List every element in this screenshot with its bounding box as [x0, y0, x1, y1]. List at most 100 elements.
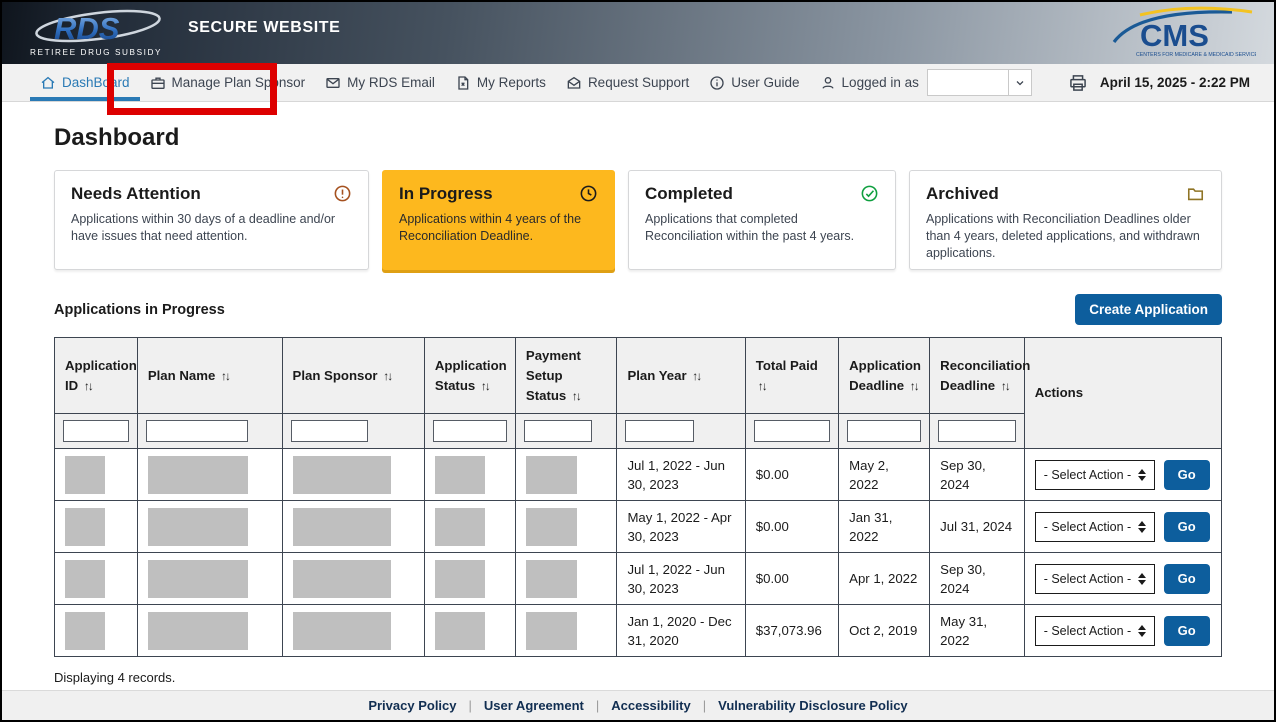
card-in-progress[interactable]: In Progress Applications within 4 years … — [382, 170, 615, 270]
redacted-application-status — [435, 612, 485, 650]
table-row: May 1, 2022 - Apr 30, 2023 $0.00 Jan 31,… — [55, 501, 1222, 553]
reconciliation-deadline-cell: May 31, 2022 — [930, 605, 1025, 657]
sort-icon[interactable]: ↑↓ — [758, 379, 766, 393]
cms-logo-subtext: CENTERS FOR MEDICARE & MEDICAID SERVICES — [1136, 52, 1256, 58]
nav-item-dashboard[interactable]: DashBoard — [30, 64, 140, 101]
column-header-reconciliation-deadline[interactable]: Reconciliation Deadline ↑↓ — [930, 338, 1025, 414]
application-deadline-cell: Oct 2, 2019 — [839, 605, 930, 657]
filter-application-deadline[interactable] — [847, 420, 921, 442]
reconciliation-deadline-cell: Sep 30, 2024 — [930, 553, 1025, 605]
footer-link-accessibility[interactable]: Accessibility — [599, 698, 703, 713]
filter-application-status[interactable] — [433, 420, 507, 442]
card-description: Applications within 4 years of the Recon… — [399, 211, 598, 245]
datetime-text: April 15, 2025 - 2:22 PM — [1100, 75, 1250, 90]
nav-item-request-support[interactable]: Request Support — [556, 64, 699, 101]
plan-year-cell: Jul 1, 2022 - Jun 30, 2023 — [617, 553, 745, 605]
filter-plan-name[interactable] — [146, 420, 248, 442]
sort-icon[interactable]: ↑↓ — [572, 389, 580, 403]
chevron-down-icon[interactable] — [1008, 70, 1031, 95]
card-archived[interactable]: Archived Applications with Reconciliatio… — [909, 170, 1222, 270]
column-header-application-id[interactable]: Application ID ↑↓ — [55, 338, 138, 414]
file-icon — [455, 75, 471, 91]
nav-item-manage-plan-sponsor[interactable]: Manage Plan Sponsor — [140, 64, 316, 101]
redacted-plan-name — [148, 560, 248, 598]
footer-link-vulnerability-disclosure-policy[interactable]: Vulnerability Disclosure Policy — [706, 698, 920, 713]
sort-icon[interactable]: ↑↓ — [84, 379, 92, 393]
column-header-application-status[interactable]: Application Status ↑↓ — [424, 338, 515, 414]
redacted-application-id — [65, 560, 105, 598]
select-updown-icon — [1138, 521, 1146, 533]
column-header-application-deadline[interactable]: Application Deadline ↑↓ — [839, 338, 930, 414]
rds-logo-text: RDS — [54, 11, 120, 46]
create-application-button[interactable]: Create Application — [1075, 294, 1222, 325]
plan-year-cell: Jan 1, 2020 - Dec 31, 2020 — [617, 605, 745, 657]
nav-item-user-guide[interactable]: User Guide — [699, 64, 809, 101]
filter-payment-setup-status[interactable] — [524, 420, 592, 442]
action-select[interactable]: - Select Action - — [1035, 564, 1155, 594]
sort-icon[interactable]: ↑↓ — [910, 379, 918, 393]
card-needs-attention[interactable]: Needs Attention Applications within 30 d… — [54, 170, 369, 270]
select-updown-icon — [1138, 469, 1146, 481]
column-header-plan-year[interactable]: Plan Year ↑↓ — [617, 338, 745, 414]
footer-link-privacy-policy[interactable]: Privacy Policy — [356, 698, 468, 713]
nav-item-label: My Reports — [477, 75, 546, 90]
table-row: Jan 1, 2020 - Dec 31, 2020 $37,073.96 Oc… — [55, 605, 1222, 657]
footer-link-user-agreement[interactable]: User Agreement — [472, 698, 596, 713]
action-select[interactable]: - Select Action - — [1035, 616, 1155, 646]
total-paid-cell: $37,073.96 — [745, 605, 838, 657]
sort-icon[interactable]: ↑↓ — [481, 379, 489, 393]
filter-plan-sponsor[interactable] — [291, 420, 369, 442]
printer-icon[interactable] — [1068, 73, 1088, 93]
rds-logo-subtext: RETIREE DRUG SUBSIDY — [30, 48, 162, 57]
nav-item-my-rds-email[interactable]: My RDS Email — [315, 64, 445, 101]
filter-plan-year[interactable] — [625, 420, 694, 442]
filter-total-paid[interactable] — [754, 420, 830, 442]
redacted-application-status — [435, 560, 485, 598]
card-title: In Progress — [399, 184, 493, 204]
nav-item-my-reports[interactable]: My Reports — [445, 64, 556, 101]
main-nav: DashBoard Manage Plan Sponsor My RDS Ema… — [2, 64, 1274, 102]
column-header-actions: Actions — [1024, 338, 1221, 449]
status-cards: Needs Attention Applications within 30 d… — [54, 170, 1222, 270]
column-header-plan-sponsor[interactable]: Plan Sponsor ↑↓ — [282, 338, 424, 414]
print-date-area: April 15, 2025 - 2:22 PM — [1068, 64, 1258, 101]
card-description: Applications with Reconciliation Deadlin… — [926, 211, 1205, 262]
total-paid-cell: $0.00 — [745, 449, 838, 501]
action-select[interactable]: - Select Action - — [1035, 460, 1155, 490]
reconciliation-deadline-cell: Sep 30, 2024 — [930, 449, 1025, 501]
sort-icon[interactable]: ↑↓ — [1001, 379, 1009, 393]
go-button[interactable]: Go — [1164, 512, 1210, 542]
sort-icon[interactable]: ↑↓ — [221, 369, 229, 383]
redacted-application-status — [435, 508, 485, 546]
redacted-application-id — [65, 612, 105, 650]
redacted-plan-sponsor — [293, 612, 391, 650]
site-footer: Privacy Policy| User Agreement| Accessib… — [2, 690, 1274, 720]
go-button[interactable]: Go — [1164, 616, 1210, 646]
go-button[interactable]: Go — [1164, 460, 1210, 490]
plan-year-cell: May 1, 2022 - Apr 30, 2023 — [617, 501, 745, 553]
column-header-plan-name[interactable]: Plan Name ↑↓ — [137, 338, 282, 414]
redacted-payment-setup-status — [526, 508, 578, 546]
go-button[interactable]: Go — [1164, 564, 1210, 594]
sort-icon[interactable]: ↑↓ — [383, 369, 391, 383]
nav-item-label: Request Support — [588, 75, 689, 90]
rds-secure-website-page: RDS RETIREE DRUG SUBSIDY SECURE WEBSITE … — [0, 0, 1276, 722]
total-paid-cell: $0.00 — [745, 501, 838, 553]
applications-table: Application ID ↑↓ Plan Name ↑↓ Plan Spon… — [54, 337, 1222, 657]
logged-in-user-select[interactable] — [927, 69, 1032, 96]
check-circle-icon — [860, 184, 879, 203]
filter-application-id[interactable] — [63, 420, 129, 442]
envelope-icon — [325, 75, 341, 91]
open-envelope-icon — [566, 75, 582, 91]
select-updown-icon — [1138, 573, 1146, 585]
action-select[interactable]: - Select Action - — [1035, 512, 1155, 542]
column-header-payment-setup-status[interactable]: Payment Setup Status ↑↓ — [515, 338, 617, 414]
redacted-plan-name — [148, 456, 248, 494]
filter-reconciliation-deadline[interactable] — [938, 420, 1016, 442]
card-completed[interactable]: Completed Applications that completed Re… — [628, 170, 896, 270]
column-header-total-paid[interactable]: Total Paid ↑↓ — [745, 338, 838, 414]
applications-section-title: Applications in Progress — [54, 302, 225, 318]
card-title: Completed — [645, 184, 733, 204]
main-content: Dashboard Needs Attention Applications w… — [2, 102, 1274, 690]
sort-icon[interactable]: ↑↓ — [692, 369, 700, 383]
